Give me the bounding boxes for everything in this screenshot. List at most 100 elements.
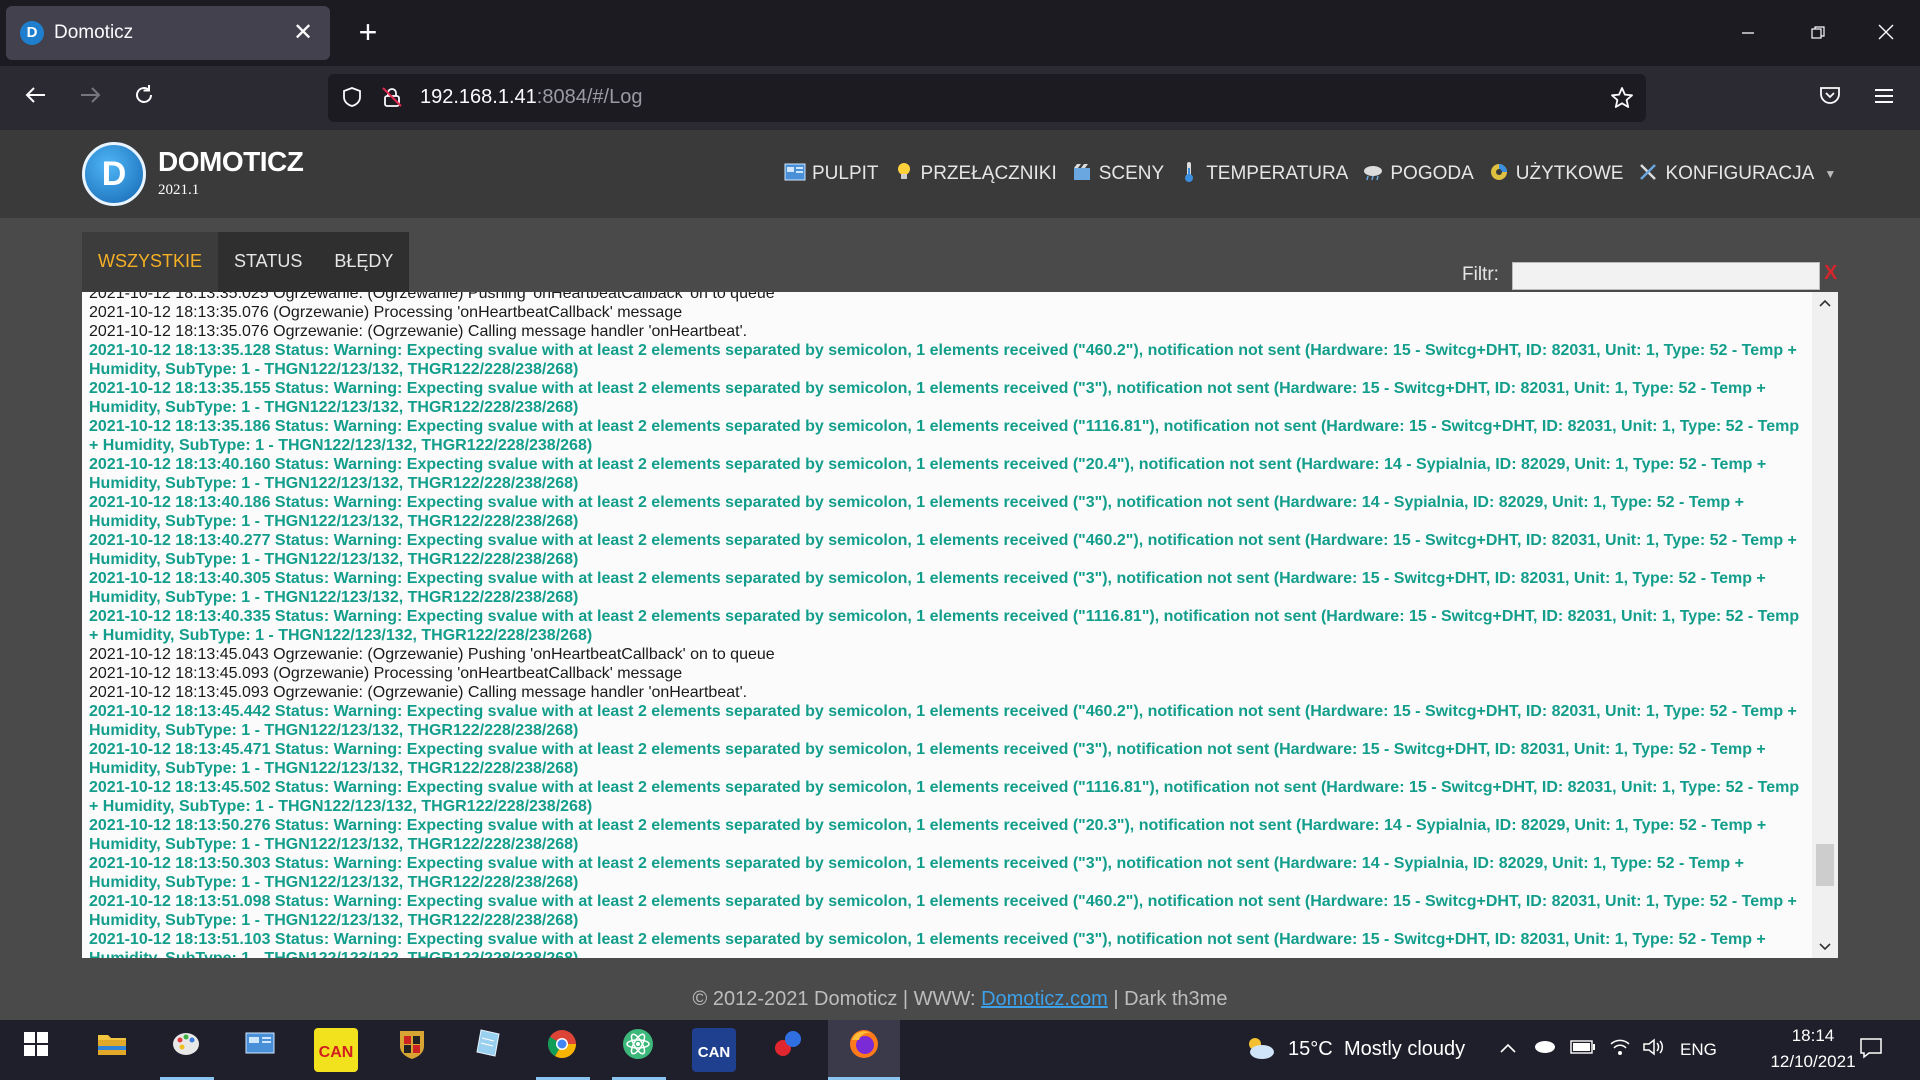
paint-app-icon[interactable] xyxy=(164,1028,208,1072)
lightbulb-icon xyxy=(893,162,915,187)
taskbar: CAN CAN 15°C Mostly cloudy ENG 18:14 12/… xyxy=(0,1020,1920,1080)
main-menu: PULPIT PRZEŁĄCZNIKI SCENY TEMPERATURA PO… xyxy=(784,130,1836,218)
new-tab-button[interactable]: + xyxy=(350,14,386,50)
bookmark-star-icon[interactable] xyxy=(1610,86,1634,110)
menu-hamburger-icon[interactable] xyxy=(1864,78,1904,118)
version-label: 2021.1 xyxy=(158,182,200,198)
footer: © 2012-2021 Domoticz | WWW: Domoticz.com… xyxy=(0,988,1920,1011)
can-app-icon[interactable]: CAN xyxy=(314,1028,358,1072)
log-line: 2021-10-12 18:13:50.303 Status: Warning:… xyxy=(89,855,1744,891)
menu-label: PRZEŁĄCZNIKI xyxy=(920,163,1057,184)
menu-item-pulpit[interactable]: PULPIT xyxy=(784,163,879,186)
log-tabs: WSZYSTKIE STATUS BŁĘDY xyxy=(82,232,410,294)
tab-bledy[interactable]: BŁĘDY xyxy=(318,232,409,294)
firefox-icon[interactable] xyxy=(842,1028,886,1072)
browser-tab[interactable]: D Domoticz ✕ xyxy=(6,6,330,60)
chevron-down-icon: ▼ xyxy=(1824,167,1837,181)
footer-copyright: © 2012-2021 Domoticz | WWW: xyxy=(692,988,982,1010)
menu-label: KONFIGURACJA xyxy=(1665,163,1815,184)
scrollbar-thumb[interactable] xyxy=(1816,844,1834,886)
app-header: D DOMOTICZ 2021.1 PULPIT PRZEŁĄCZNIKI SC… xyxy=(0,130,1920,218)
menu-item-pogoda[interactable]: POGODA xyxy=(1362,163,1474,186)
chevron-up-icon[interactable] xyxy=(1496,1038,1520,1059)
tab-status[interactable]: STATUS xyxy=(218,232,318,294)
log-line: 2021-10-12 18:13:35.076 (Ogrzewanie) Pro… xyxy=(89,304,683,321)
weather-text[interactable]: Mostly cloudy xyxy=(1344,1038,1465,1061)
restore-button[interactable] xyxy=(1796,14,1840,54)
menu-label: UŻYTKOWE xyxy=(1515,163,1624,184)
log-line: 2021-10-12 18:13:45.093 (Ogrzewanie) Pro… xyxy=(89,665,683,682)
log-panel: 2021-10-12 18:13:35.025 Ogrzewanie: (Ogr… xyxy=(82,292,1838,958)
notes-app-icon[interactable] xyxy=(466,1028,510,1072)
filter-label: Filtr: xyxy=(1462,264,1499,285)
notification-center-icon[interactable] xyxy=(1856,1036,1886,1065)
minimize-button[interactable] xyxy=(1726,14,1770,54)
can-hacker-icon[interactable]: CAN xyxy=(692,1028,736,1072)
browser-toolbar: 192.168.1.41:8084/#/Log xyxy=(0,66,1920,130)
browser-tab-bar: D Domoticz ✕ + xyxy=(0,0,1920,66)
file-explorer-icon[interactable] xyxy=(90,1028,134,1072)
domoticz-favicon-icon: D xyxy=(20,21,44,45)
dashboard-icon xyxy=(784,163,806,186)
log-line: 2021-10-12 18:13:51.098 Status: Warning:… xyxy=(89,893,1797,929)
weather-temp[interactable]: 15°C xyxy=(1288,1038,1333,1061)
url-path: :8084/#/Log xyxy=(536,86,643,108)
forward-button[interactable] xyxy=(70,78,110,118)
reload-button[interactable] xyxy=(124,78,164,118)
address-bar[interactable]: 192.168.1.41:8084/#/Log xyxy=(328,74,1646,122)
atom-app-icon[interactable] xyxy=(616,1028,660,1072)
brand-name: DOMOTICZ xyxy=(158,146,304,177)
url-host: 192.168.1.41 xyxy=(420,86,537,108)
scroll-down-icon[interactable] xyxy=(1812,936,1838,958)
insecure-lock-icon[interactable] xyxy=(380,86,404,110)
menu-item-przelaczniki[interactable]: PRZEŁĄCZNIKI xyxy=(893,162,1057,187)
footer-theme: | Dark th3me xyxy=(1107,988,1228,1010)
log-line: 2021-10-12 18:13:51.103 Status: Warning:… xyxy=(89,931,1766,958)
menu-item-uzytkowe[interactable]: UŻYTKOWE xyxy=(1488,162,1624,187)
volume-icon[interactable] xyxy=(1642,1038,1666,1061)
clock-time[interactable]: 18:14 xyxy=(1760,1026,1866,1046)
log-line: 2021-10-12 18:13:40.277 Status: Warning:… xyxy=(89,532,1797,568)
footer-link[interactable]: Domoticz.com xyxy=(981,988,1108,1010)
battery-icon[interactable] xyxy=(1570,1038,1595,1059)
tab-close-button[interactable]: ✕ xyxy=(288,18,318,48)
log-line: 2021-10-12 18:13:35.025 Ogrzewanie: (Ogr… xyxy=(89,292,775,302)
domoticz-logo[interactable]: D xyxy=(82,142,146,206)
filter-clear-button[interactable]: X xyxy=(1824,262,1837,285)
thermometer-icon xyxy=(1178,161,1200,188)
log-line: 2021-10-12 18:13:45.043 Ogrzewanie: (Ogr… xyxy=(89,646,775,663)
pocket-icon[interactable] xyxy=(1810,78,1850,118)
filter-input[interactable] xyxy=(1512,262,1820,290)
close-window-button[interactable] xyxy=(1864,14,1908,54)
menu-item-temperatura[interactable]: TEMPERATURA xyxy=(1178,161,1348,188)
utility-icon xyxy=(1488,162,1510,187)
log-line: 2021-10-12 18:13:35.155 Status: Warning:… xyxy=(89,380,1766,416)
chrome-icon[interactable] xyxy=(540,1028,584,1072)
menu-item-konfiguracja[interactable]: KONFIGURACJA ▼ xyxy=(1637,162,1836,187)
control-panel-icon[interactable] xyxy=(238,1028,282,1072)
log-scrollbar[interactable] xyxy=(1812,292,1838,958)
scroll-up-icon[interactable] xyxy=(1812,292,1838,314)
porsche-app-icon[interactable] xyxy=(390,1028,434,1072)
log-line: 2021-10-12 18:13:50.276 Status: Warning:… xyxy=(89,817,1767,853)
windows-start-icon[interactable] xyxy=(14,1028,58,1072)
log-line: 2021-10-12 18:13:35.076 Ogrzewanie: (Ogr… xyxy=(89,323,748,340)
log-line: 2021-10-12 18:13:40.186 Status: Warning:… xyxy=(89,494,1744,530)
language-indicator[interactable]: ENG xyxy=(1680,1040,1717,1060)
log-line: 2021-10-12 18:13:40.305 Status: Warning:… xyxy=(89,570,1766,606)
weather-cloud-icon[interactable] xyxy=(1242,1034,1278,1067)
log-line: 2021-10-12 18:13:45.471 Status: Warning:… xyxy=(89,741,1766,777)
url-text[interactable]: 192.168.1.41:8084/#/Log xyxy=(420,86,642,109)
menu-item-sceny[interactable]: SCENY xyxy=(1071,163,1164,186)
wifi-icon[interactable] xyxy=(1608,1038,1632,1061)
dots-app-icon[interactable] xyxy=(766,1028,810,1072)
shield-icon[interactable] xyxy=(340,86,364,110)
menu-label: POGODA xyxy=(1390,163,1474,184)
log-line: 2021-10-12 18:13:45.442 Status: Warning:… xyxy=(89,703,1797,739)
tab-wszystkie[interactable]: WSZYSTKIE xyxy=(82,232,219,294)
menu-label: TEMPERATURA xyxy=(1206,163,1349,184)
log-lines: 2021-10-12 18:13:35.025 Ogrzewanie: (Ogr… xyxy=(89,292,1811,958)
menu-label: SCENY xyxy=(1098,163,1165,184)
onedrive-cloud-icon[interactable] xyxy=(1532,1038,1556,1059)
back-button[interactable] xyxy=(16,78,56,118)
